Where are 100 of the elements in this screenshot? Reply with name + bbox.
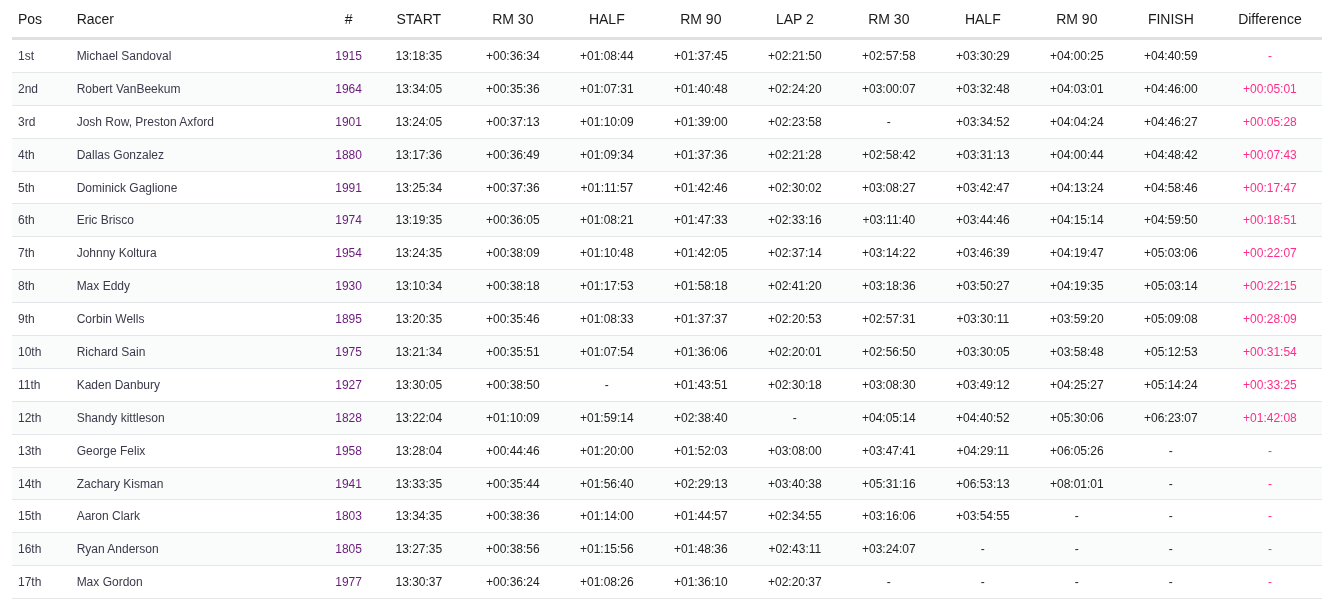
table-cell: +00:36:24 <box>465 565 560 599</box>
table-cell: +01:39:00 <box>653 105 748 139</box>
table-cell: +02:38:40 <box>653 401 748 435</box>
table-cell: 13:27:35 <box>371 532 466 566</box>
table-cell: Max Eddy <box>70 269 326 303</box>
table-cell: +01:37:36 <box>653 138 748 172</box>
table-cell: 1941 <box>325 467 372 500</box>
table-cell: Ryan Anderson <box>70 532 326 566</box>
table-cell: +05:14:24 <box>1123 368 1218 402</box>
table-cell: +00:37:13 <box>465 105 560 139</box>
table-cell: +03:58:48 <box>1029 335 1124 369</box>
table-cell: 3rd <box>12 105 71 139</box>
table-cell: 1930 <box>325 269 372 303</box>
table-cell: +02:20:37 <box>747 565 842 599</box>
table-cell: +02:57:58 <box>841 38 936 73</box>
table-cell: +01:48:36 <box>653 532 748 566</box>
table-cell: +05:30:06 <box>1029 401 1124 435</box>
table-cell: +04:25:27 <box>1029 368 1124 402</box>
table-cell: +00:28:09 <box>1217 302 1322 336</box>
table-cell: +04:59:50 <box>1123 203 1218 237</box>
table-cell: Kaden Danbury <box>70 368 326 402</box>
table-cell: +03:00:07 <box>841 72 936 106</box>
table-cell: 1975 <box>325 335 372 369</box>
table-cell: 7th <box>12 236 71 270</box>
table-cell: +03:30:29 <box>935 38 1030 73</box>
table-cell: +03:46:39 <box>935 236 1030 270</box>
table-cell: +00:38:18 <box>465 269 560 303</box>
table-cell: 1st <box>12 38 71 73</box>
table-cell: +00:31:54 <box>1217 335 1322 369</box>
table-cell: 13:33:35 <box>371 467 466 500</box>
table-cell: 5th <box>12 171 71 204</box>
table-cell: 13:19:35 <box>371 203 466 237</box>
table-cell: +00:36:34 <box>465 38 560 73</box>
table-cell: - <box>1217 565 1322 599</box>
table-cell: Dominick Gaglione <box>70 171 326 204</box>
table-cell: 1977 <box>325 565 372 599</box>
table-cell: +03:08:27 <box>841 171 936 204</box>
table-cell: - <box>841 105 936 139</box>
table-cell: +00:35:44 <box>465 467 560 500</box>
table-cell: +00:22:07 <box>1217 236 1322 270</box>
table-cell: - <box>1217 434 1322 468</box>
table-cell: 14th <box>12 467 71 500</box>
table-cell: +03:30:11 <box>935 302 1030 336</box>
table-cell: - <box>1217 499 1322 533</box>
table-cell: +01:08:44 <box>559 38 654 73</box>
table-cell: +01:37:37 <box>653 302 748 336</box>
table-cell: +00:37:36 <box>465 171 560 204</box>
table-cell: +00:17:47 <box>1217 171 1322 204</box>
table-cell: 4th <box>12 138 71 172</box>
table-cell: Max Gordon <box>70 565 326 599</box>
table-cell: +00:36:49 <box>465 138 560 172</box>
table-cell: - <box>1029 565 1124 599</box>
table-cell: +01:09:34 <box>559 138 654 172</box>
table-cell: +03:47:41 <box>841 434 936 468</box>
table-cell: 1915 <box>325 38 372 73</box>
table-cell: +05:31:16 <box>841 467 936 500</box>
table-cell: 1964 <box>325 72 372 106</box>
table-cell: +01:17:53 <box>559 269 654 303</box>
table-cell: +01:44:57 <box>653 499 748 533</box>
table-cell: +00:38:50 <box>465 368 560 402</box>
table-cell: +02:34:55 <box>747 499 842 533</box>
table-cell: 13:18:35 <box>371 38 466 73</box>
table-cell: - <box>1123 434 1218 468</box>
table-cell: +01:36:10 <box>653 565 748 599</box>
table-cell: +03:14:22 <box>841 236 936 270</box>
table-cell: +05:09:08 <box>1123 302 1218 336</box>
table-cell: +00:07:43 <box>1217 138 1322 172</box>
table-cell: +04:00:25 <box>1029 38 1124 73</box>
table-cell: 1974 <box>325 203 372 237</box>
table-cell: 2nd <box>12 72 71 106</box>
table-cell: +08:01:01 <box>1029 467 1124 500</box>
table-cell: +03:31:13 <box>935 138 1030 172</box>
table-cell: +01:10:09 <box>465 401 560 435</box>
table-cell: +04:40:52 <box>935 401 1030 435</box>
table-cell: +04:03:01 <box>1029 72 1124 106</box>
table-cell: +01:15:56 <box>559 532 654 566</box>
table-cell: Zachary Kisman <box>70 467 326 500</box>
table-cell: +00:05:28 <box>1217 105 1322 139</box>
table-cell: Shandy kittleson <box>70 401 326 435</box>
table-cell: +00:38:09 <box>465 236 560 270</box>
table-cell: - <box>1217 467 1322 500</box>
table-cell: - <box>1029 499 1124 533</box>
table-cell: 8th <box>12 269 71 303</box>
table-cell: George Felix <box>70 434 326 468</box>
table-cell: +03:30:05 <box>935 335 1030 369</box>
table-cell: +01:07:31 <box>559 72 654 106</box>
table-cell: 1880 <box>325 138 372 172</box>
table-cell: +03:08:30 <box>841 368 936 402</box>
table-cell: +03:11:40 <box>841 203 936 237</box>
table-cell: +01:52:03 <box>653 434 748 468</box>
table-cell: +01:42:46 <box>653 171 748 204</box>
table-cell: +03:54:55 <box>935 499 1030 533</box>
table-cell: +02:56:50 <box>841 335 936 369</box>
table-cell: +00:05:01 <box>1217 72 1322 106</box>
table-cell: 13:24:05 <box>371 105 466 139</box>
table-cell: +01:08:21 <box>559 203 654 237</box>
table-cell: 13:22:04 <box>371 401 466 435</box>
table-cell: +03:40:38 <box>747 467 842 500</box>
table-cell: 13:30:37 <box>371 565 466 599</box>
table-cell: Corbin Wells <box>70 302 326 336</box>
